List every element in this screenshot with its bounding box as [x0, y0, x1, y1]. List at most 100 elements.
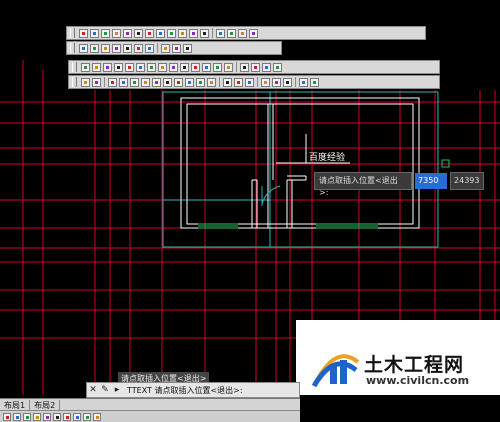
y-input[interactable]: 24393	[450, 172, 485, 190]
toolbar-separator	[295, 77, 296, 87]
toolbar-grip[interactable]	[70, 43, 75, 53]
link-icon[interactable]	[90, 43, 99, 53]
print-icon[interactable]	[272, 77, 281, 87]
recent-commands-icon[interactable]: ▸	[111, 384, 123, 396]
drop-icon[interactable]	[245, 77, 254, 87]
rotate-icon[interactable]	[178, 28, 187, 38]
square-icon[interactable]	[101, 43, 110, 53]
flag-icon[interactable]	[147, 62, 156, 72]
door-icon[interactable]	[283, 77, 292, 87]
toolbar-separator	[257, 77, 258, 87]
curve-icon[interactable]	[130, 77, 139, 87]
folder-icon[interactable]	[196, 77, 205, 87]
tab-layout-2[interactable]: 布局2	[30, 399, 61, 411]
snap-icon[interactable]	[3, 412, 11, 421]
filter-icon[interactable]	[240, 62, 249, 72]
watermark-title: 土木工程网	[364, 354, 465, 376]
command-input[interactable]: TTEXT 请点取插入位置<退出>:	[127, 385, 243, 396]
list-icon[interactable]	[299, 77, 308, 87]
view-icon[interactable]	[261, 77, 270, 87]
layer-icon[interactable]	[163, 77, 172, 87]
dim-icon[interactable]	[169, 62, 178, 72]
table-icon[interactable]	[123, 28, 132, 38]
wrench-icon[interactable]: ✎	[99, 384, 111, 396]
curve-icon[interactable]	[167, 28, 176, 38]
watermark: 土木工程网 www.civilcn.com	[296, 320, 500, 395]
toolbar-grip[interactable]	[70, 28, 75, 38]
stair-icon[interactable]	[81, 77, 90, 87]
osnap-icon[interactable]	[43, 412, 51, 421]
tab-layout-1[interactable]: 布局1	[0, 399, 31, 411]
tree-icon[interactable]	[92, 62, 101, 72]
dim-icon[interactable]	[189, 28, 198, 38]
scale-icon[interactable]	[191, 62, 200, 72]
layers-icon[interactable]	[81, 62, 90, 72]
compass-icon[interactable]	[227, 28, 236, 38]
lock-icon[interactable]	[152, 77, 161, 87]
toolbar-grip[interactable]	[72, 77, 77, 87]
image-icon[interactable]	[207, 77, 216, 87]
move-icon[interactable]	[101, 28, 110, 38]
box-icon[interactable]	[174, 77, 183, 87]
pattern-icon[interactable]	[119, 77, 128, 87]
pencil-icon[interactable]	[224, 62, 233, 72]
x-input[interactable]: 7350	[415, 173, 448, 189]
lineweight-icon[interactable]	[63, 412, 71, 421]
toolbar-separator	[104, 77, 105, 87]
workspace-icon[interactable]	[93, 412, 101, 421]
toolbar-row-3	[68, 60, 440, 74]
grid-icon[interactable]	[310, 77, 319, 87]
note-icon[interactable]	[234, 77, 243, 87]
plus-icon[interactable]	[216, 28, 225, 38]
watermark-logo	[311, 354, 360, 388]
chart-icon[interactable]	[185, 77, 194, 87]
block-icon[interactable]	[123, 43, 132, 53]
refresh-icon[interactable]	[238, 28, 247, 38]
text-icon[interactable]	[136, 62, 145, 72]
close-icon[interactable]: ✕	[87, 384, 99, 396]
toolbar-grip[interactable]	[72, 62, 77, 72]
copy-icon[interactable]	[79, 43, 88, 53]
column-icon[interactable]	[161, 43, 170, 53]
connect-icon[interactable]	[90, 28, 99, 38]
ortho-icon[interactable]	[23, 412, 31, 421]
door-icon[interactable]	[183, 43, 192, 53]
arrow-icon[interactable]	[114, 62, 123, 72]
type-icon[interactable]	[251, 62, 260, 72]
arrow-icon[interactable]	[156, 28, 165, 38]
annotation-icon[interactable]	[83, 412, 91, 421]
annotation-text[interactable]: 百度经验	[309, 151, 345, 163]
paint-icon[interactable]	[223, 77, 232, 87]
node-icon[interactable]	[134, 28, 143, 38]
coordinate-input[interactable]: 请点取插入位置<退出>: 7350 24393	[314, 172, 485, 197]
find-icon[interactable]	[92, 77, 101, 87]
zoom-icon[interactable]	[262, 62, 271, 72]
grid-icon[interactable]	[103, 62, 112, 72]
model-icon[interactable]	[73, 412, 81, 421]
axis-icon[interactable]	[158, 62, 167, 72]
point-icon[interactable]	[141, 77, 150, 87]
insert-prompt: 请点取插入位置<退出>:	[314, 172, 413, 197]
blue-icon[interactable]	[249, 28, 258, 38]
otrack-icon[interactable]	[53, 412, 61, 421]
box-icon[interactable]	[112, 43, 121, 53]
text-icon[interactable]	[112, 28, 121, 38]
polar-icon[interactable]	[33, 412, 41, 421]
door-swing	[261, 185, 281, 206]
hatch-icon[interactable]	[145, 43, 154, 53]
toolbar-row-1	[66, 26, 426, 40]
grid-icon[interactable]	[13, 412, 21, 421]
wall-icon[interactable]	[172, 43, 181, 53]
align-icon[interactable]	[213, 62, 222, 72]
layer-icon[interactable]	[134, 43, 143, 53]
windows	[198, 223, 378, 229]
command-line[interactable]: ✕ ✎ ▸ TTEXT 请点取插入位置<退出>:	[86, 382, 300, 398]
warn-icon[interactable]	[180, 62, 189, 72]
cross-icon[interactable]	[200, 28, 209, 38]
block-icon[interactable]	[108, 77, 117, 87]
grid-icon[interactable]	[79, 28, 88, 38]
help-icon[interactable]	[273, 62, 282, 72]
table-icon[interactable]	[202, 62, 211, 72]
move-icon[interactable]	[125, 62, 134, 72]
measure-icon[interactable]	[145, 28, 154, 38]
